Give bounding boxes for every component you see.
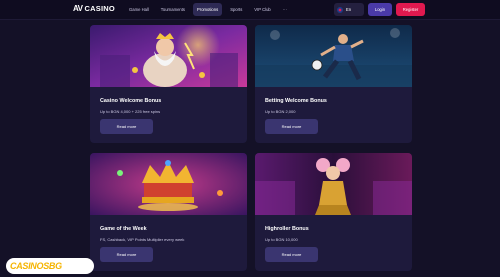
promo-card-game-of-week: Game of the Week FS, Cashback, VIP Point… — [90, 153, 247, 271]
watermark-text: CASINOSBG — [10, 261, 62, 271]
nav-tournaments[interactable]: Tournaments — [157, 3, 189, 16]
promo-title: Betting Welcome Bonus — [265, 98, 327, 104]
logo-mark: AV — [73, 4, 83, 13]
read-more-button[interactable]: Read more — [100, 247, 153, 262]
main-nav: Game Hall Tournaments Promotions Sports … — [125, 3, 291, 16]
promo-subtitle: FS, Cashback, VIP Points Multiplier ever… — [100, 237, 185, 242]
gold-lady-image — [255, 153, 412, 215]
zeus-figure-image — [90, 25, 247, 87]
promo-subtitle: Up to BGN 10,000 — [265, 237, 298, 242]
watermark-main: CASINOS — [10, 261, 49, 271]
nav-sports[interactable]: Sports — [226, 3, 246, 16]
flag-icon — [337, 6, 343, 13]
read-more-button[interactable]: Read more — [265, 247, 318, 262]
casinos-bg-watermark: CASINOSBG — [6, 258, 94, 274]
language-selector[interactable]: En — [334, 3, 364, 16]
promo-title: Casino Welcome Bonus — [100, 98, 162, 104]
read-more-button[interactable]: Read more — [265, 119, 318, 134]
watermark-suffix: BG — [48, 261, 62, 271]
promo-card-highroller: Highroller Bonus Up to BGN 10,000 Read m… — [255, 153, 412, 271]
nav-more[interactable]: ··· — [279, 3, 291, 16]
login-button[interactable]: Login — [368, 3, 392, 16]
soccer-player-image — [255, 25, 412, 87]
promo-title: Highroller Bonus — [265, 226, 309, 232]
read-more-button[interactable]: Read more — [100, 119, 153, 134]
register-button[interactable]: Register — [396, 3, 425, 16]
nav-promotions[interactable]: Promotions — [193, 3, 223, 16]
logo-text: CASINO — [84, 4, 115, 13]
site-logo[interactable]: AV CASINO — [73, 4, 115, 13]
top-header: AV CASINO Game Hall Tournaments Promotio… — [0, 0, 500, 20]
promo-subtitle: Up to BGN 4,000 + 225 free spins — [100, 109, 161, 114]
promo-card-casino-welcome: Casino Welcome Bonus Up to BGN 4,000 + 2… — [90, 25, 247, 143]
language-label: En — [346, 7, 352, 12]
crown-image — [90, 153, 247, 215]
promo-title: Game of the Week — [100, 226, 147, 232]
promo-card-betting-welcome: Betting Welcome Bonus Up to BGN 2,000 Re… — [255, 25, 412, 143]
nav-vip-club[interactable]: VIP Club — [250, 3, 274, 16]
promo-subtitle: Up to BGN 2,000 — [265, 109, 296, 114]
nav-game-hall[interactable]: Game Hall — [125, 3, 153, 16]
